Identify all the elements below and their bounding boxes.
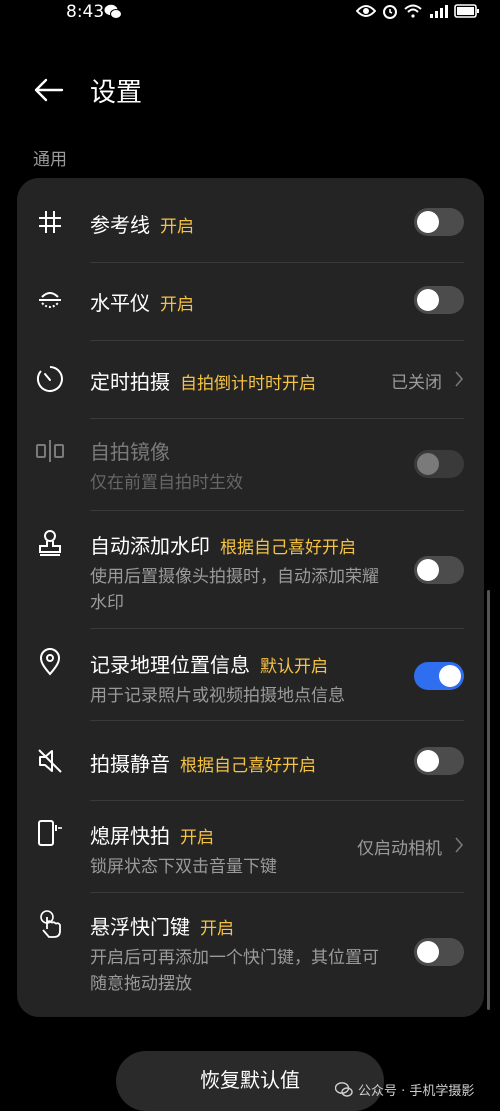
row-note: 自拍倒计时时开启 — [180, 374, 316, 394]
row-quick-snap[interactable]: 熄屏快拍 开启 锁屏状态下双击音量下键 仅启动相机 — [17, 800, 484, 892]
watermark-text: 公众号 · 手机学摄影 — [358, 1084, 475, 1099]
location-toggle[interactable] — [414, 662, 464, 690]
row-title: 悬浮快门键 开启 — [90, 915, 234, 939]
row-level[interactable]: 水平仪 开启 — [17, 262, 484, 340]
scrollbar[interactable] — [487, 590, 490, 1010]
chevron-right-icon — [455, 371, 464, 387]
watermark-toggle[interactable] — [414, 556, 464, 584]
row-note: 开启 — [160, 295, 194, 315]
mute-toggle[interactable] — [414, 747, 464, 775]
quick-snap-value: 仅启动相机 — [357, 839, 442, 859]
floating-shutter-toggle[interactable] — [414, 938, 464, 966]
row-watermark[interactable]: 自动添加水印 根据自己喜好开启 使用后置摄像头拍摄时，自动添加荣耀水印 — [17, 510, 484, 628]
row-title: 记录地理位置信息 默认开启 — [90, 653, 328, 677]
row-note: 根据自己喜好开启 — [180, 756, 316, 776]
row-note: 默认开启 — [260, 657, 328, 677]
status-time: 8:43 — [66, 2, 105, 22]
row-subtitle: 使用后置摄像头拍摄时，自动添加荣耀水印 — [90, 567, 379, 613]
battery-icon — [454, 4, 480, 18]
row-subtitle: 锁屏状态下双击音量下键 — [90, 857, 277, 877]
eye-icon — [356, 4, 376, 18]
row-subtitle: 用于记录照片或视频拍摄地点信息 — [90, 686, 345, 706]
row-subtitle: 仅在前置自拍时生效 — [90, 473, 243, 493]
row-mute[interactable]: 拍摄静音 根据自己喜好开启 — [17, 720, 484, 800]
grid-lines-toggle[interactable] — [414, 208, 464, 236]
section-label: 通用 — [33, 150, 67, 170]
stamp-icon — [35, 528, 65, 558]
row-title: 定时拍摄 自拍倒计时时开启 — [90, 370, 316, 394]
row-title: 拍摄静音 根据自己喜好开启 — [90, 752, 316, 776]
mute-icon — [35, 746, 65, 776]
wechat-icon — [104, 4, 122, 24]
watermark: 公众号 · 手机学摄影 — [335, 1080, 474, 1099]
row-title: 自动添加水印 根据自己喜好开启 — [90, 534, 356, 558]
phone-volume-icon — [35, 818, 65, 848]
row-title: 水平仪 开启 — [90, 291, 194, 315]
row-location[interactable]: 记录地理位置信息 默认开启 用于记录照片或视频拍摄地点信息 — [17, 628, 484, 720]
row-title: 熄屏快拍 开启 — [90, 824, 214, 848]
level-icon — [35, 285, 65, 315]
location-icon — [35, 647, 65, 677]
row-note: 开启 — [160, 217, 194, 237]
settings-card: 参考线 开启 水平仪 开启 定时拍摄 自拍倒计时时开启 已关闭 自拍镜像 仅在前置自拍… — [17, 178, 484, 1017]
status-icons — [356, 3, 480, 19]
timer-icon — [35, 364, 65, 394]
row-floating-shutter[interactable]: 悬浮快门键 开启 开启后可再添加一个快门键，其位置可随意拖动摆放 — [17, 892, 484, 1017]
row-title: 自拍镜像 — [90, 440, 170, 464]
row-selfie-mirror: 自拍镜像 仅在前置自拍时生效 — [17, 418, 484, 510]
row-note: 根据自己喜好开启 — [220, 538, 356, 558]
back-arrow-icon — [34, 78, 64, 102]
back-button[interactable] — [30, 74, 70, 106]
selfie-mirror-toggle — [414, 450, 464, 478]
timer-value: 已关闭 — [391, 373, 442, 393]
level-toggle[interactable] — [414, 286, 464, 314]
grid-icon — [35, 207, 65, 237]
chevron-right-icon — [455, 837, 464, 853]
status-bar: 8:43 — [0, 0, 500, 28]
row-note: 开启 — [180, 828, 214, 848]
page-title: 设置 — [90, 78, 143, 108]
row-note: 开启 — [200, 919, 234, 939]
tap-icon — [35, 909, 65, 939]
header: 设置 — [0, 64, 500, 116]
wifi-icon — [404, 4, 422, 18]
row-grid-lines[interactable]: 参考线 开启 — [17, 178, 484, 262]
row-timer[interactable]: 定时拍摄 自拍倒计时时开启 已关闭 — [17, 340, 484, 418]
wechat-official-icon — [335, 1081, 353, 1097]
alarm-icon — [382, 3, 398, 19]
row-subtitle: 开启后可再添加一个快门键，其位置可随意拖动摆放 — [90, 948, 379, 994]
mirror-icon — [35, 436, 65, 466]
row-title: 参考线 开启 — [90, 213, 194, 237]
signal-icon — [428, 4, 448, 18]
